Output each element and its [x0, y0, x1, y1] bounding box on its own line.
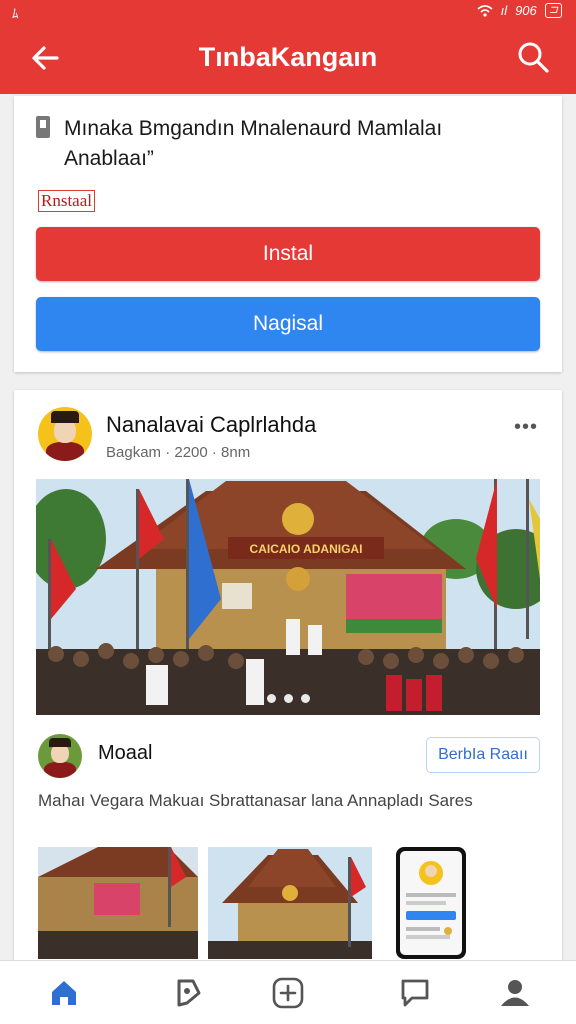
post-meta: Bagkam · 2200 · 8nm [106, 444, 251, 461]
app-title: TınbaKangaın [198, 42, 378, 72]
app-bar: TınbaKangaın [0, 22, 576, 94]
profile-icon[interactable] [495, 973, 535, 1013]
more-options-icon[interactable]: ••• [514, 416, 538, 439]
signal-icon: ıl [500, 3, 508, 18]
home-icon[interactable] [44, 973, 84, 1013]
search-icon[interactable] [514, 38, 552, 76]
temple-scene-image: CAICAIO ADANIGAI [36, 479, 540, 715]
status-bar: ﾑ ıl 906 ⊐ [0, 0, 576, 22]
post-photo[interactable]: CAICAIO ADANIGAI [36, 479, 540, 715]
carousel-dot[interactable] [300, 694, 310, 703]
install-button[interactable]: Instal [36, 227, 540, 281]
add-icon[interactable] [268, 973, 308, 1013]
banner-text: CAICAIO ADANIGAI [250, 542, 363, 556]
battery-icon: ⊐ [544, 3, 562, 18]
thumbnail-image[interactable] [38, 847, 198, 959]
notification-icon: ﾑ [12, 6, 19, 21]
install-tag[interactable]: Rnstaal [38, 190, 95, 212]
post-author[interactable]: Nanalavai Caplrlahda [106, 412, 316, 438]
tag-icon[interactable] [167, 973, 207, 1013]
bottom-navigation [0, 960, 576, 1024]
secondary-install-button[interactable]: Nagisal [36, 297, 540, 351]
author-avatar[interactable] [38, 407, 92, 461]
install-description: Mınaka Bmgandın Mnalenaurd Mamlalaı Anab… [64, 117, 443, 170]
commenter-avatar[interactable] [38, 734, 82, 778]
install-card: Mınaka Bmgandın Mnalenaurd Mamlalaı Anab… [14, 96, 562, 372]
clock: 906 [515, 3, 537, 18]
post-caption: Mahaı Vegara Makuaı Sbrattanasar lana An… [38, 791, 473, 810]
phone-mockup [396, 847, 466, 959]
carousel-dot[interactable] [283, 694, 293, 703]
commenter-name[interactable]: Moaal [98, 742, 152, 765]
post-card: Nanalavai Caplrlahda Bagkam · 2200 · 8nm… [14, 390, 562, 990]
chat-icon[interactable] [395, 973, 435, 1013]
phone-preview-thumbnail[interactable] [396, 847, 468, 959]
wifi-icon [477, 4, 493, 17]
carousel-dot[interactable] [266, 694, 276, 703]
status-indicators: ıl 906 ⊐ [477, 3, 562, 18]
thumbnail-image[interactable] [208, 847, 372, 959]
carousel-dots[interactable] [36, 694, 540, 703]
follow-button[interactable]: BerbIa Raaıı [426, 737, 540, 773]
phone-icon [36, 116, 50, 138]
